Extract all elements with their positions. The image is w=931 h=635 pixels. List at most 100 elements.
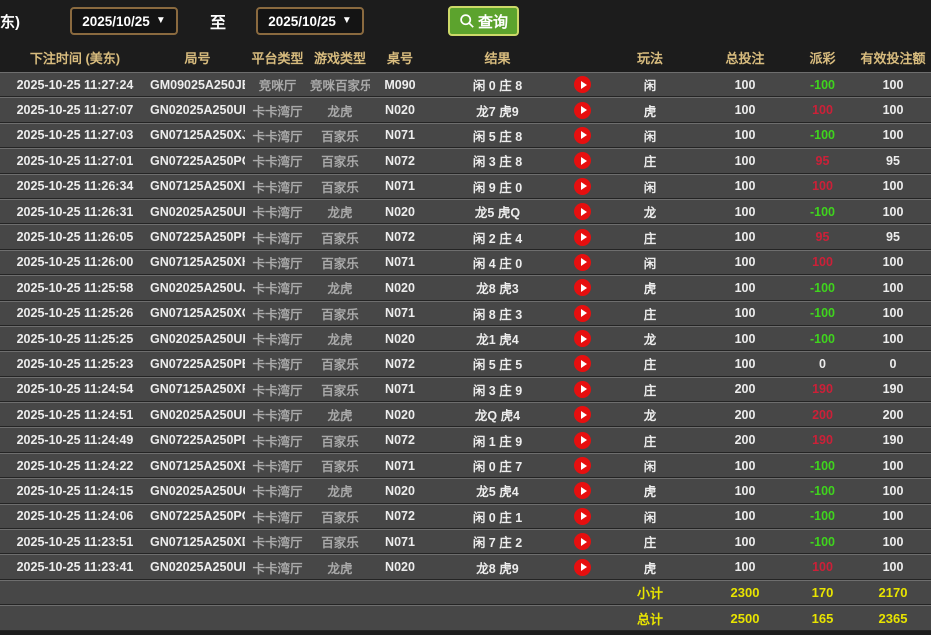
play-video-icon[interactable]	[574, 406, 591, 424]
date-from-picker[interactable]: 2025/10/25 ▼	[70, 7, 178, 35]
grand-total-payout: 165	[790, 605, 855, 631]
play-video-icon[interactable]	[574, 101, 591, 119]
cell-game-id: GN07225A250PF	[150, 224, 245, 250]
play-video-icon[interactable]	[574, 203, 591, 221]
cell-bet-time: 2025-10-25 11:24:22	[0, 452, 150, 479]
cell-total-bet: 100	[700, 503, 790, 530]
cell-game-type: 龙虎	[310, 198, 370, 225]
cell-play: 闲	[600, 173, 700, 199]
cell-bet-time: 2025-10-25 11:24:15	[0, 478, 150, 504]
cell-platform: 卡卡湾厅	[245, 478, 310, 504]
header-result: 结果	[430, 42, 565, 72]
play-video-icon[interactable]	[574, 177, 591, 195]
date-to-value: 2025/10/25	[268, 13, 336, 29]
cell-game-id: GN07125A250XH	[150, 249, 245, 276]
cell-platform: 卡卡湾厅	[245, 224, 310, 250]
play-video-icon[interactable]	[574, 507, 591, 525]
table-row: 2025-10-25 11:27:01 GN07225A250PG 卡卡湾厅 百…	[0, 148, 931, 174]
header-platform: 平台类型	[245, 42, 310, 72]
play-video-icon[interactable]	[574, 279, 591, 297]
cell-play: 虎	[600, 97, 700, 123]
cell-result: 闲 0 庄 1	[430, 503, 565, 530]
play-video-icon[interactable]	[574, 380, 591, 398]
cell-valid-bet: 95	[855, 224, 931, 250]
cell-platform: 卡卡湾厅	[245, 554, 310, 580]
cell-valid-bet: 0	[855, 351, 931, 377]
play-video-icon[interactable]	[574, 304, 591, 322]
cell-platform: 卡卡湾厅	[245, 198, 310, 225]
header-video-column	[565, 42, 600, 72]
header-bet-time: 下注时间 (美东)	[0, 42, 150, 72]
cell-payout: -100	[790, 478, 855, 504]
cell-bet-time: 2025-10-25 11:24:06	[0, 503, 150, 530]
play-video-icon[interactable]	[574, 482, 591, 500]
header-game-type: 游戏类型	[310, 42, 370, 72]
cell-table-no: N072	[370, 503, 430, 530]
cell-valid-bet: 100	[855, 452, 931, 479]
cell-payout: -100	[790, 503, 855, 530]
play-video-icon[interactable]	[574, 228, 591, 246]
header-play: 玩法	[600, 42, 700, 72]
cell-table-no: N071	[370, 249, 430, 276]
cell-table-no: N072	[370, 351, 430, 377]
play-video-icon[interactable]	[574, 126, 591, 144]
cell-total-bet: 100	[700, 97, 790, 123]
cell-payout: 200	[790, 402, 855, 428]
cell-payout: 100	[790, 554, 855, 580]
cell-valid-bet: 100	[855, 97, 931, 123]
cell-video	[565, 351, 600, 377]
cell-table-no: N020	[370, 478, 430, 504]
play-video-icon[interactable]	[574, 330, 591, 348]
cell-video	[565, 325, 600, 352]
table-row: 2025-10-25 11:24:54 GN07125A250XF 卡卡湾厅 百…	[0, 376, 931, 403]
dropdown-arrow-icon: ▼	[341, 15, 352, 26]
cell-table-no: N020	[370, 554, 430, 580]
cell-video	[565, 376, 600, 403]
table-body: 2025-10-25 11:27:24 GM09025A250JB 竞咪厅 竞咪…	[0, 72, 931, 580]
cell-bet-time: 2025-10-25 11:27:03	[0, 122, 150, 149]
cell-payout: 190	[790, 376, 855, 403]
play-video-icon[interactable]	[574, 253, 591, 271]
cell-play: 虎	[600, 478, 700, 504]
cell-table-no: N071	[370, 376, 430, 403]
cell-payout: -100	[790, 72, 855, 98]
play-video-icon[interactable]	[574, 76, 591, 94]
query-button[interactable]: 查询	[448, 6, 520, 36]
cell-game-id: GN02025A250UG	[150, 478, 245, 504]
cell-result: 闲 0 庄 8	[430, 72, 565, 98]
cell-total-bet: 100	[700, 351, 790, 377]
table-row: 2025-10-25 11:24:51 GN02025A250UH 卡卡湾厅 龙…	[0, 402, 931, 428]
play-video-icon[interactable]	[574, 558, 591, 576]
cell-platform: 卡卡湾厅	[245, 148, 310, 174]
play-video-icon[interactable]	[574, 533, 591, 551]
cell-payout: 190	[790, 427, 855, 453]
cell-video	[565, 452, 600, 479]
cell-platform: 卡卡湾厅	[245, 529, 310, 555]
play-video-icon[interactable]	[574, 457, 591, 475]
cell-valid-bet: 100	[855, 198, 931, 225]
cell-payout: 95	[790, 224, 855, 250]
cell-table-no: N071	[370, 122, 430, 149]
grand-total-row: 总计 2500 165 2365	[0, 605, 931, 631]
cell-table-no: N020	[370, 97, 430, 123]
play-video-icon[interactable]	[574, 355, 591, 373]
play-video-icon[interactable]	[574, 431, 591, 449]
cell-game-type: 百家乐	[310, 224, 370, 250]
cell-valid-bet: 100	[855, 300, 931, 326]
cell-payout: -100	[790, 529, 855, 555]
cell-game-id: GN02025A250UL	[150, 97, 245, 123]
cell-video	[565, 300, 600, 326]
table-row: 2025-10-25 11:24:15 GN02025A250UG 卡卡湾厅 龙…	[0, 478, 931, 504]
cell-game-id: GN07225A250PC	[150, 503, 245, 530]
cell-bet-time: 2025-10-25 11:25:25	[0, 325, 150, 352]
date-to-picker[interactable]: 2025/10/25 ▼	[256, 7, 365, 35]
cell-result: 龙8 虎9	[430, 554, 565, 580]
cell-play: 庄	[600, 148, 700, 174]
grand-total-total-bet: 2500	[700, 605, 790, 631]
cell-video	[565, 148, 600, 174]
cell-payout: -100	[790, 198, 855, 225]
cell-video	[565, 97, 600, 123]
cell-total-bet: 100	[700, 224, 790, 250]
play-video-icon[interactable]	[574, 152, 591, 170]
cell-total-bet: 100	[700, 478, 790, 504]
